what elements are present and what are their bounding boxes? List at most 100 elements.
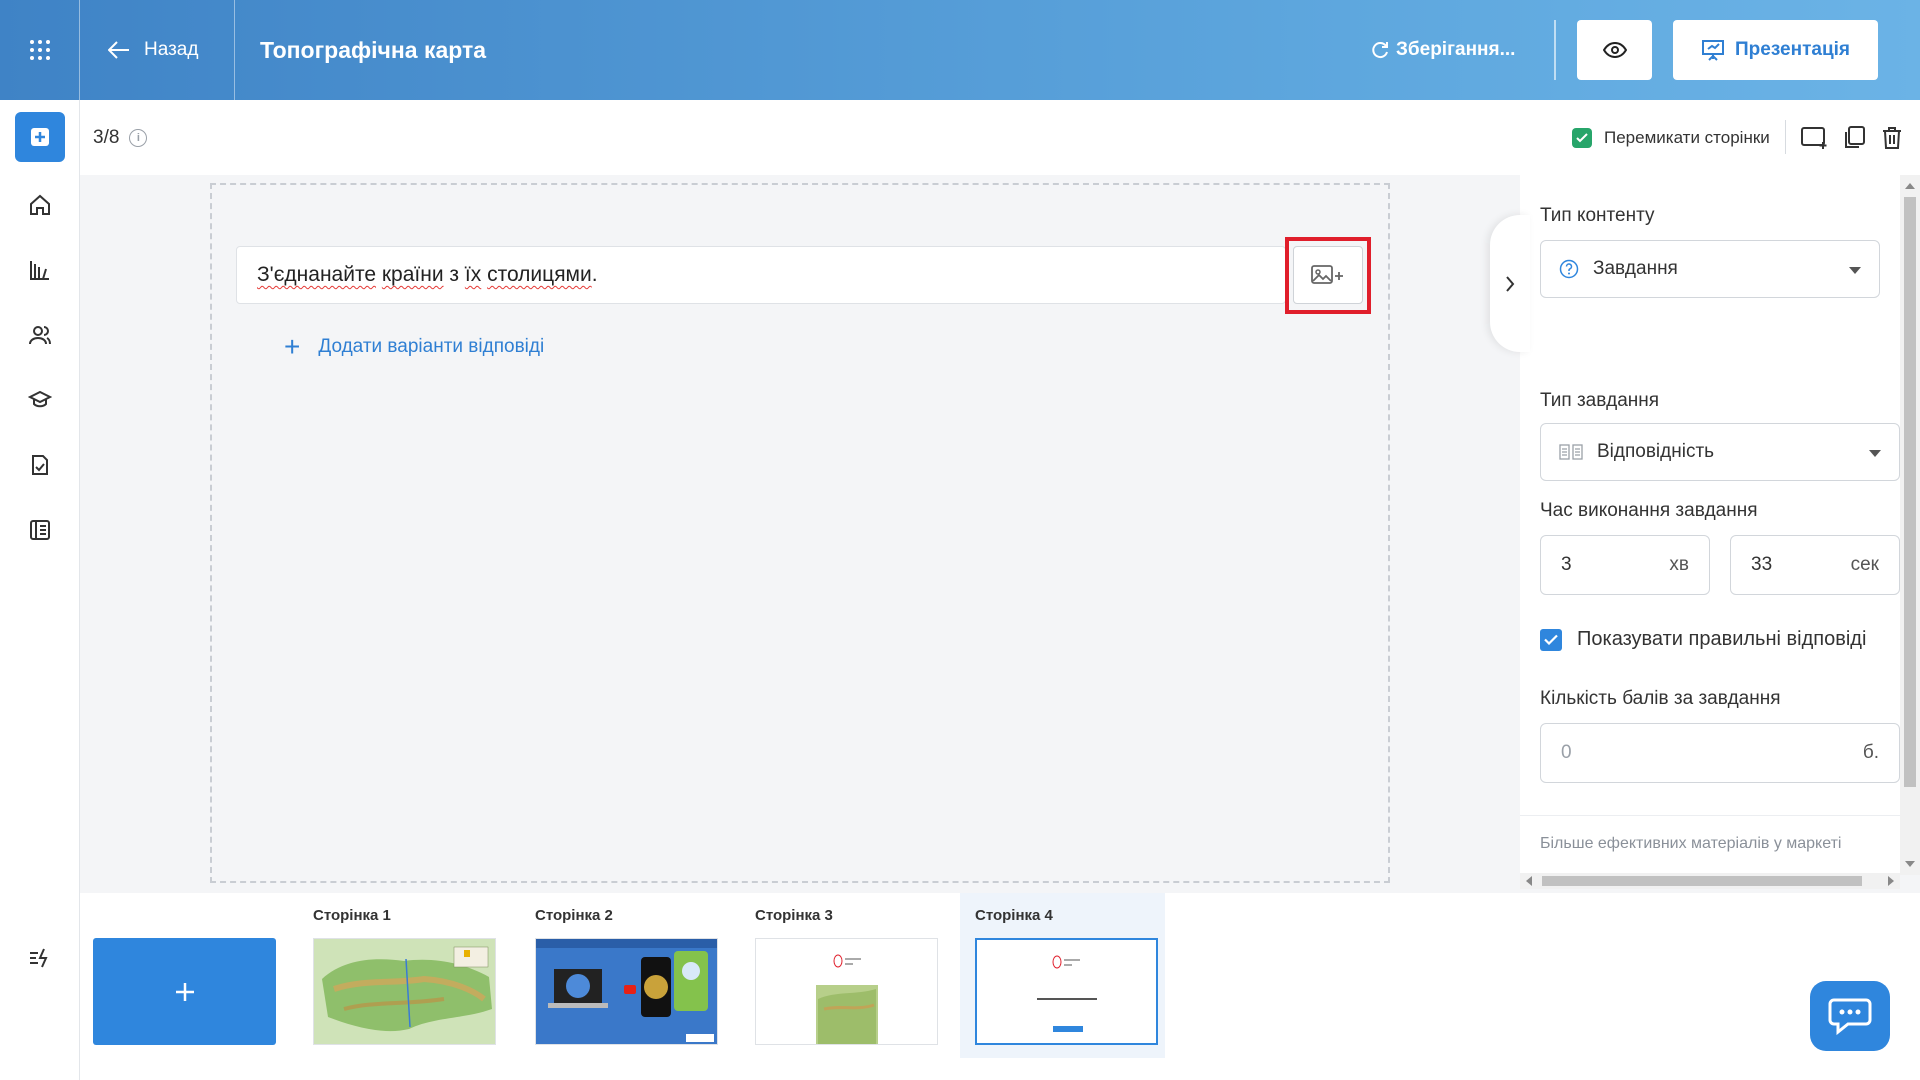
back-button[interactable]: Назад	[80, 0, 235, 100]
top-header: Назад Топографічна карта Зберігання... П…	[0, 0, 1920, 100]
question-input[interactable]: З'єднанайте країни з їх столицями.	[236, 246, 1286, 304]
check-icon	[1576, 132, 1588, 142]
question-punct: .	[591, 263, 598, 286]
preview-button[interactable]	[1577, 20, 1652, 80]
page-label: Сторінка 3	[755, 907, 833, 924]
copy-icon	[1845, 126, 1865, 148]
eye-icon	[1602, 42, 1627, 58]
properties-panel: Тип контенту Завдання Тип завдання Відпо…	[1520, 175, 1900, 875]
page-label: Сторінка 1	[313, 907, 391, 924]
content-type-label: Тип контенту	[1540, 205, 1655, 226]
create-button[interactable]	[15, 112, 65, 162]
matching-icon	[1559, 444, 1583, 460]
lightning-icon	[30, 948, 48, 968]
users-icon	[29, 326, 51, 345]
chevron-right-icon	[1506, 275, 1515, 292]
scroll-thumb[interactable]	[1904, 197, 1916, 787]
switch-pages-checkbox[interactable]	[1572, 127, 1592, 148]
seconds-value: 33	[1751, 554, 1773, 575]
add-answers-label: Додати варіанти відповіді	[318, 336, 545, 357]
sidebar-item-tasks[interactable]	[0, 445, 80, 485]
saving-status: Зберігання...	[1370, 0, 1515, 100]
market-link[interactable]: Більше ефективних матеріалів у маркеті	[1540, 835, 1841, 853]
text-task-thumbnail	[975, 938, 1158, 1045]
collapse-panel-button[interactable]	[1490, 215, 1530, 352]
page-title: Топографічна карта	[260, 36, 487, 63]
left-sidebar	[0, 100, 80, 1080]
duplicate-page-button[interactable]	[1837, 122, 1871, 154]
question-word: країни	[381, 263, 444, 286]
show-correct-label: Показувати правильні відповіді	[1577, 628, 1867, 650]
add-page-button[interactable]	[1798, 122, 1832, 154]
chevron-down-icon	[1869, 450, 1881, 457]
panel-vertical-scrollbar[interactable]	[1900, 175, 1920, 875]
page-thumb-2[interactable]: Сторінка 2	[520, 893, 725, 1058]
header-divider	[1554, 20, 1556, 80]
scroll-left-arrow[interactable]	[1526, 876, 1532, 886]
page-thumb-3[interactable]: Сторінка 3	[740, 893, 945, 1058]
apps-grid-icon[interactable]	[0, 0, 80, 100]
add-slide-icon	[1801, 127, 1827, 149]
scroll-up-arrow[interactable]	[1905, 183, 1915, 189]
question-word: столицями	[487, 263, 592, 286]
content-type-value: Завдання	[1593, 258, 1678, 279]
delete-page-button[interactable]	[1875, 122, 1909, 154]
question-word: їх	[464, 263, 482, 286]
page-label: Сторінка 2	[535, 907, 613, 924]
minutes-input[interactable]: 3 хв	[1540, 535, 1710, 595]
sidebar-item-journal[interactable]	[0, 510, 80, 550]
question-word: З'єднанайте	[257, 263, 377, 286]
page-thumb-4[interactable]: Сторінка 4	[960, 893, 1165, 1058]
plus-icon: +	[284, 331, 301, 362]
chevron-down-icon	[1849, 267, 1861, 274]
scroll-right-arrow[interactable]	[1888, 876, 1894, 886]
presentation-label: Презентація	[1735, 39, 1850, 60]
seconds-input[interactable]: 33 сек	[1730, 535, 1900, 595]
scroll-thumb[interactable]	[1542, 876, 1862, 886]
pages-strip: Сторінка 1 Сторінка 2 Сторінка 3 Сторінк…	[80, 893, 1920, 1080]
sidebar-item-courses[interactable]	[0, 380, 80, 420]
sidebar-item-users[interactable]	[0, 315, 80, 355]
add-page-tile[interactable]	[93, 938, 276, 1045]
plus-square-icon	[31, 128, 49, 146]
info-icon[interactable]: i	[129, 128, 148, 147]
page-label: Сторінка 4	[975, 907, 1053, 924]
minutes-unit: хв	[1669, 554, 1689, 575]
minutes-value: 3	[1561, 554, 1572, 575]
question-text: з	[443, 263, 465, 286]
chat-support-button[interactable]	[1810, 981, 1890, 1051]
arrow-left-icon	[108, 41, 129, 59]
sidebar-item-library[interactable]	[0, 250, 80, 290]
show-correct-answers-toggle[interactable]: Показувати правильні відповіді	[1540, 628, 1866, 651]
time-label: Час виконання завдання	[1540, 500, 1758, 521]
page-thumb-1[interactable]: Сторінка 1	[298, 893, 503, 1058]
points-input[interactable]: 0 б.	[1540, 723, 1900, 783]
task-doc-icon	[32, 455, 48, 475]
presentation-icon	[1702, 40, 1724, 61]
show-correct-checkbox[interactable]	[1540, 628, 1562, 651]
map-task-thumbnail	[755, 938, 938, 1045]
task-type-select[interactable]: Відповідність	[1540, 423, 1900, 481]
add-image-button[interactable]	[1293, 246, 1363, 304]
add-answers-button[interactable]: + Додати варіанти відповіді	[284, 332, 544, 362]
page-toolbar: 3/8 i Перемикати сторінки	[80, 100, 1920, 175]
sidebar-item-home[interactable]	[0, 185, 80, 225]
seconds-unit: сек	[1850, 554, 1879, 575]
page-counter-value: 3/8	[93, 126, 120, 148]
content-type-select[interactable]: Завдання	[1540, 240, 1880, 298]
home-icon	[30, 194, 50, 215]
panel-horizontal-scrollbar[interactable]	[1520, 873, 1900, 889]
switch-pages-toggle[interactable]: Перемикати сторінки	[1572, 100, 1770, 175]
presentation-button[interactable]: Презентація	[1673, 20, 1878, 80]
task-type-value: Відповідність	[1597, 441, 1715, 462]
back-label: Назад	[144, 39, 199, 60]
library-icon	[30, 261, 49, 280]
toolbar-divider	[1785, 120, 1786, 154]
ukraine-map-thumbnail	[313, 938, 496, 1045]
points-placeholder: 0	[1561, 742, 1572, 763]
plus-icon	[175, 982, 194, 1001]
journal-icon	[30, 520, 50, 540]
sidebar-item-quick-actions[interactable]	[0, 938, 80, 978]
scroll-down-arrow[interactable]	[1905, 861, 1915, 867]
switch-pages-label: Перемикати сторінки	[1604, 127, 1770, 147]
